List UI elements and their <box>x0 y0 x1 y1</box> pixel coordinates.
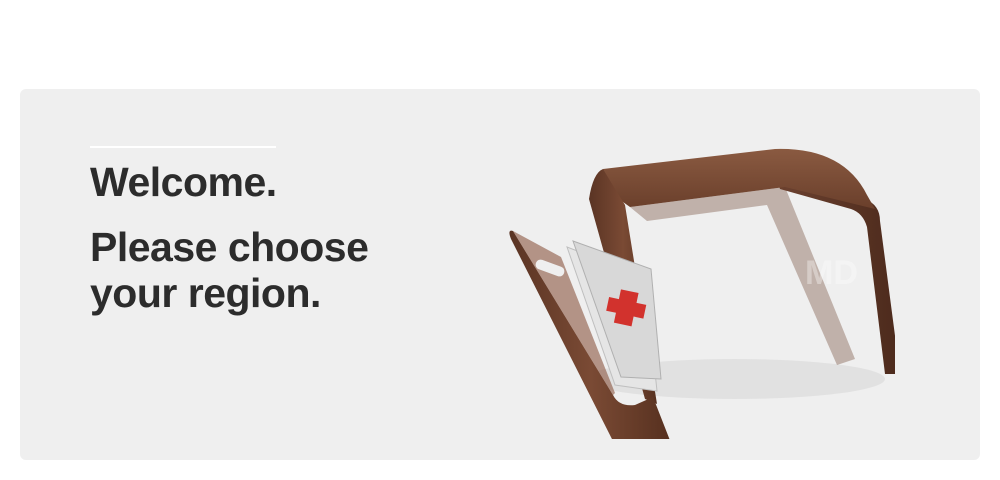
side-table-image: MD <box>509 148 895 439</box>
divider-line <box>90 146 276 148</box>
watermark-logo: MD <box>805 254 858 292</box>
welcome-heading: Welcome. <box>90 159 277 205</box>
region-prompt: Please choose your region. <box>90 224 369 316</box>
hero-banner: Welcome. Please choose your region. MD <box>20 89 980 460</box>
